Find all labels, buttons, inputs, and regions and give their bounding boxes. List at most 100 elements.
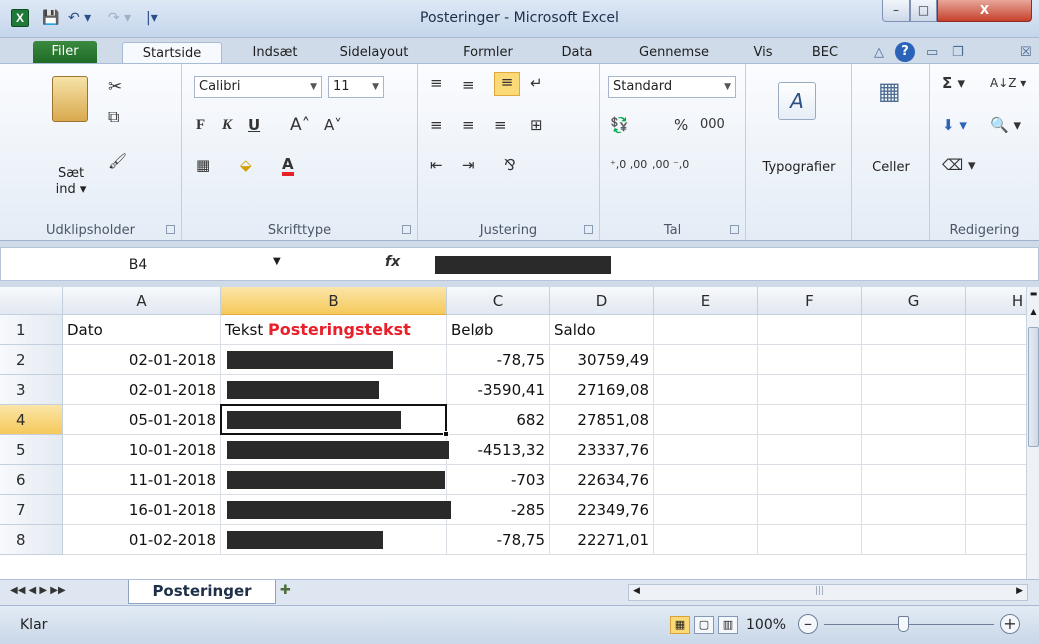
- zoom-out-button[interactable]: –: [798, 614, 818, 634]
- column-header-a[interactable]: A: [63, 287, 221, 315]
- row-header-1[interactable]: 1: [0, 315, 63, 345]
- cell-empty[interactable]: [966, 465, 1026, 495]
- cell-date[interactable]: 05-01-2018: [63, 405, 221, 435]
- cell-amount[interactable]: -78,75: [447, 345, 550, 375]
- cell-balance[interactable]: 30759,49: [550, 345, 654, 375]
- insert-function-icon[interactable]: fx: [385, 254, 400, 270]
- workbook-minimize-icon[interactable]: ▭: [926, 45, 938, 60]
- column-header-b[interactable]: B: [221, 287, 447, 315]
- help-icon[interactable]: ?: [895, 42, 915, 62]
- cell-amount[interactable]: -4513,32: [447, 435, 550, 465]
- font-name-combo[interactable]: Calibri ▼: [194, 76, 322, 98]
- paste-button-label[interactable]: Sæt ind ▾: [46, 166, 96, 198]
- select-all-corner[interactable]: [0, 287, 63, 315]
- tab-file[interactable]: Filer: [33, 41, 97, 63]
- cell-empty[interactable]: [758, 375, 862, 405]
- column-header-c[interactable]: C: [447, 287, 550, 315]
- cell-g1[interactable]: [862, 315, 966, 345]
- workbook-close-icon[interactable]: ☒: [1020, 45, 1032, 60]
- thousands-separator-button[interactable]: 000: [700, 116, 725, 134]
- wrap-text-icon[interactable]: ↵: [530, 74, 543, 92]
- italic-button[interactable]: K: [222, 116, 232, 134]
- column-header-e[interactable]: E: [654, 287, 758, 315]
- cell-amount[interactable]: -3590,41: [447, 375, 550, 405]
- cell-balance[interactable]: 22349,76: [550, 495, 654, 525]
- copy-icon[interactable]: ⧉: [108, 108, 119, 126]
- scroll-up-icon[interactable]: ▲: [1028, 307, 1039, 319]
- vertical-scrollbar[interactable]: ▬ ▲: [1026, 287, 1039, 579]
- cell-empty[interactable]: [862, 375, 966, 405]
- font-size-combo[interactable]: 11 ▼: [328, 76, 384, 98]
- cell-empty[interactable]: [654, 435, 758, 465]
- cell-text-redacted[interactable]: [221, 375, 447, 405]
- cell-empty[interactable]: [758, 465, 862, 495]
- column-header-d[interactable]: D: [550, 287, 654, 315]
- zoom-slider-thumb[interactable]: [898, 616, 909, 632]
- fill-down-icon[interactable]: ⬇ ▾: [942, 116, 967, 134]
- cell-empty[interactable]: [966, 435, 1026, 465]
- name-box[interactable]: B4: [19, 252, 257, 278]
- vertical-scroll-thumb[interactable]: [1028, 327, 1039, 447]
- cell-empty[interactable]: [862, 525, 966, 555]
- cell-balance[interactable]: 23337,76: [550, 435, 654, 465]
- column-header-g[interactable]: G: [862, 287, 966, 315]
- insert-sheet-icon[interactable]: ✚: [280, 583, 291, 598]
- row-header[interactable]: 2: [0, 345, 63, 375]
- cell-date[interactable]: 10-01-2018: [63, 435, 221, 465]
- tab-home[interactable]: Startside: [122, 42, 222, 64]
- cell-amount[interactable]: 682: [447, 405, 550, 435]
- zoom-slider-track[interactable]: [824, 624, 994, 625]
- font-dialog-launcher-icon[interactable]: [402, 225, 411, 234]
- tab-review[interactable]: Gennemse: [622, 42, 726, 64]
- zoom-in-button[interactable]: +: [1000, 614, 1020, 634]
- normal-view-icon[interactable]: ▦: [670, 616, 690, 634]
- column-header-h[interactable]: H: [966, 287, 1026, 315]
- increase-decimal-button[interactable]: ⁺,0 ,00: [610, 156, 647, 174]
- cell-empty[interactable]: [654, 405, 758, 435]
- cell-text-redacted[interactable]: [221, 345, 447, 375]
- align-right-icon[interactable]: ≡: [494, 116, 507, 134]
- cell-empty[interactable]: [654, 525, 758, 555]
- cell-b1[interactable]: Tekst Posteringstekst: [221, 315, 447, 345]
- alignment-dialog-launcher-icon[interactable]: [584, 225, 593, 234]
- cell-empty[interactable]: [758, 435, 862, 465]
- cell-empty[interactable]: [758, 525, 862, 555]
- orientation-icon[interactable]: ⅋: [504, 156, 516, 174]
- styles-icon[interactable]: A: [778, 82, 816, 120]
- cell-empty[interactable]: [966, 525, 1026, 555]
- merge-center-icon[interactable]: ⊞: [530, 116, 543, 134]
- cell-date[interactable]: 01-02-2018: [63, 525, 221, 555]
- close-button[interactable]: X: [937, 0, 1032, 22]
- scroll-right-icon[interactable]: ▶: [1016, 586, 1023, 596]
- sort-filter-icon[interactable]: A↓Z ▾: [990, 74, 1026, 92]
- tab-view[interactable]: Vis: [746, 42, 780, 64]
- cell-empty[interactable]: [862, 405, 966, 435]
- cell-text-redacted[interactable]: [221, 465, 447, 495]
- minimize-button[interactable]: –: [882, 0, 910, 22]
- cell-e1[interactable]: [654, 315, 758, 345]
- cell-a1[interactable]: Dato: [63, 315, 221, 345]
- cell-h1[interactable]: [966, 315, 1026, 345]
- sheet-nav-buttons[interactable]: ◀◀ ◀ ▶ ▶▶: [10, 585, 66, 596]
- column-header-f[interactable]: F: [758, 287, 862, 315]
- cell-d1[interactable]: Saldo: [550, 315, 654, 345]
- cut-icon[interactable]: ✂: [108, 78, 122, 96]
- cell-date[interactable]: 02-01-2018: [63, 345, 221, 375]
- cell-text-redacted[interactable]: [221, 405, 447, 435]
- cell-date[interactable]: 11-01-2018: [63, 465, 221, 495]
- cell-empty[interactable]: [966, 345, 1026, 375]
- cell-empty[interactable]: [758, 345, 862, 375]
- horizontal-scrollbar[interactable]: ◀ ||| ▶: [628, 584, 1028, 601]
- row-header[interactable]: 8: [0, 525, 63, 555]
- cell-empty[interactable]: [966, 405, 1026, 435]
- underline-button[interactable]: U: [248, 116, 260, 134]
- borders-icon[interactable]: ▦: [196, 156, 210, 174]
- scroll-left-icon[interactable]: ◀: [633, 586, 640, 596]
- cell-empty[interactable]: [654, 495, 758, 525]
- cell-balance[interactable]: 27169,08: [550, 375, 654, 405]
- cell-empty[interactable]: [862, 435, 966, 465]
- row-header[interactable]: 5: [0, 435, 63, 465]
- excel-app-icon[interactable]: X: [11, 9, 29, 27]
- maximize-button[interactable]: □: [910, 0, 937, 22]
- formula-input-redacted[interactable]: [435, 256, 611, 274]
